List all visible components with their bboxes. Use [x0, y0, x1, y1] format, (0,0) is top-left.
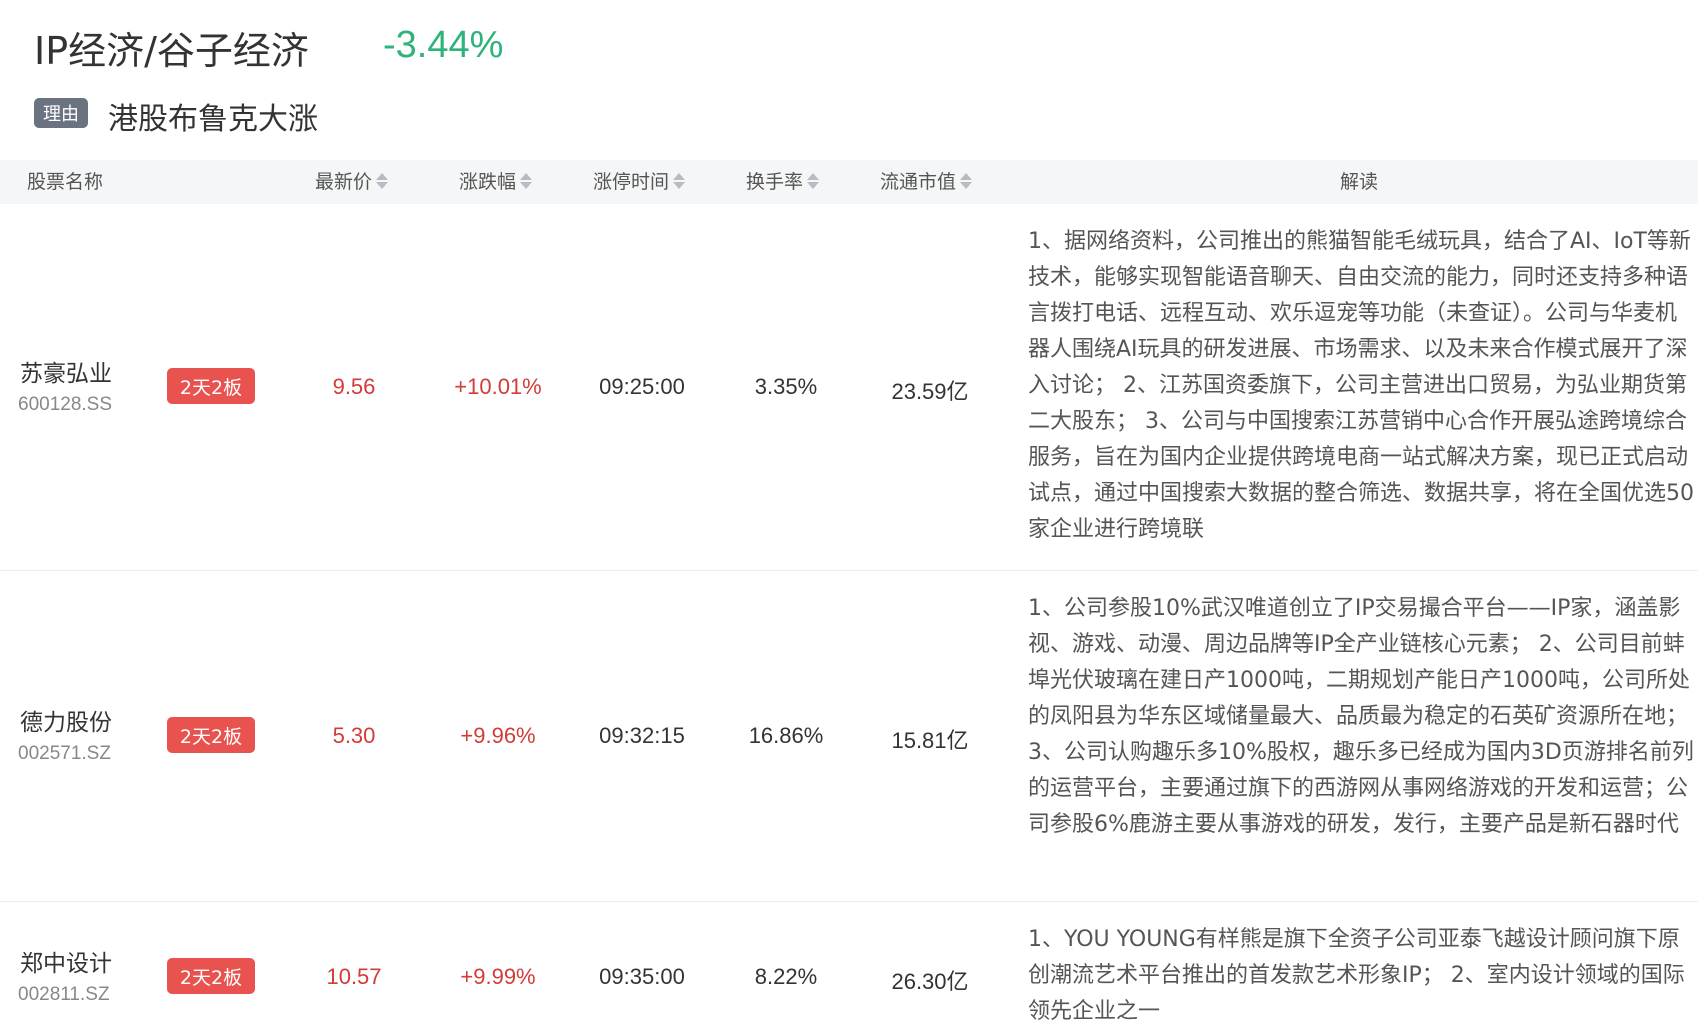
- stock-code: 600128.SS: [18, 394, 113, 415]
- table-header: 股票名称 最新价 涨跌幅 涨停时间 换手率 流通市值 解读: [0, 160, 1698, 204]
- limit-up-time: 09:32:15: [599, 723, 685, 748]
- latest-price: 5.30: [332, 723, 376, 748]
- turnover-rate: 16.86%: [748, 723, 824, 748]
- column-description: 解读: [1340, 160, 1378, 204]
- limit-up-badge: 2天2板: [167, 368, 255, 404]
- column-turnover[interactable]: 换手率: [746, 160, 820, 204]
- column-label: 股票名称: [27, 171, 104, 193]
- market-cap: 15.81亿: [891, 728, 969, 753]
- price-change: +10.01%: [454, 374, 542, 399]
- sort-icon[interactable]: [960, 171, 973, 191]
- limit-up-time: 09:25:00: [599, 374, 685, 399]
- column-label: 最新价: [315, 171, 373, 193]
- limit-up-badge: 2天2板: [167, 958, 255, 994]
- stock-description: 1、据网络资料，公司推出的熊猫智能毛绒玩具，结合了AI、IoT等新技术，能够实现…: [1028, 229, 1694, 542]
- reason-tag: 理由: [34, 98, 88, 128]
- sort-icon[interactable]: [520, 171, 533, 191]
- column-label: 流通市值: [880, 171, 957, 193]
- price-change: +9.96%: [460, 723, 536, 748]
- sort-icon[interactable]: [376, 171, 389, 191]
- latest-price: 9.56: [332, 374, 376, 399]
- stock-description: 1、公司参股10%武汉唯道创立了IP交易撮合平台——IP家，涵盖影视、游戏、动漫…: [1028, 596, 1694, 837]
- stock-code: 002571.SZ: [18, 743, 111, 764]
- limit-up-time: 09:35:00: [599, 964, 685, 989]
- table-row[interactable]: 苏豪弘业 600128.SS 2天2板 9.56 +10.01% 09:25:0…: [0, 204, 1698, 571]
- stock-description: 1、YOU YOUNG有样熊是旗下全资子公司亚泰飞越设计顾问旗下原创潮流艺术平台…: [1028, 927, 1685, 1024]
- stock-name[interactable]: 德力股份: [20, 703, 112, 737]
- market-cap: 26.30亿: [891, 969, 969, 994]
- latest-price: 10.57: [326, 964, 382, 989]
- table-row[interactable]: 德力股份 002571.SZ 2天2板 5.30 +9.96% 09:32:15…: [0, 571, 1698, 902]
- column-stock-name: 股票名称: [27, 160, 103, 204]
- market-cap: 23.59亿: [891, 379, 969, 404]
- sort-icon[interactable]: [673, 171, 686, 191]
- table-row[interactable]: 郑中设计 002811.SZ 2天2板 10.57 +9.99% 09:35:0…: [0, 902, 1698, 1035]
- column-limit-time[interactable]: 涨停时间: [593, 160, 686, 204]
- column-label: 换手率: [746, 171, 804, 193]
- column-label: 解读: [1340, 171, 1379, 193]
- turnover-rate: 8.22%: [754, 964, 818, 989]
- column-price[interactable]: 最新价: [315, 160, 389, 204]
- stock-code: 002811.SZ: [18, 984, 110, 1005]
- concept-header: IP经济/谷子经济 -3.44% 理由 港股布鲁克大涨: [0, 0, 1698, 160]
- column-change[interactable]: 涨跌幅: [459, 160, 533, 204]
- concept-title: IP经济/谷子经济: [34, 29, 309, 73]
- stock-name[interactable]: 苏豪弘业: [20, 354, 112, 388]
- stock-name[interactable]: 郑中设计: [20, 944, 112, 978]
- concept-change: -3.44%: [383, 24, 504, 66]
- column-label: 涨跌幅: [459, 171, 517, 193]
- column-label: 涨停时间: [593, 171, 670, 193]
- reason-text: 港股布鲁克大涨: [108, 102, 318, 137]
- limit-up-badge: 2天2板: [167, 717, 255, 753]
- price-change: +9.99%: [460, 964, 536, 989]
- sort-icon[interactable]: [807, 171, 820, 191]
- column-market-cap[interactable]: 流通市值: [880, 160, 973, 204]
- turnover-rate: 3.35%: [754, 374, 818, 399]
